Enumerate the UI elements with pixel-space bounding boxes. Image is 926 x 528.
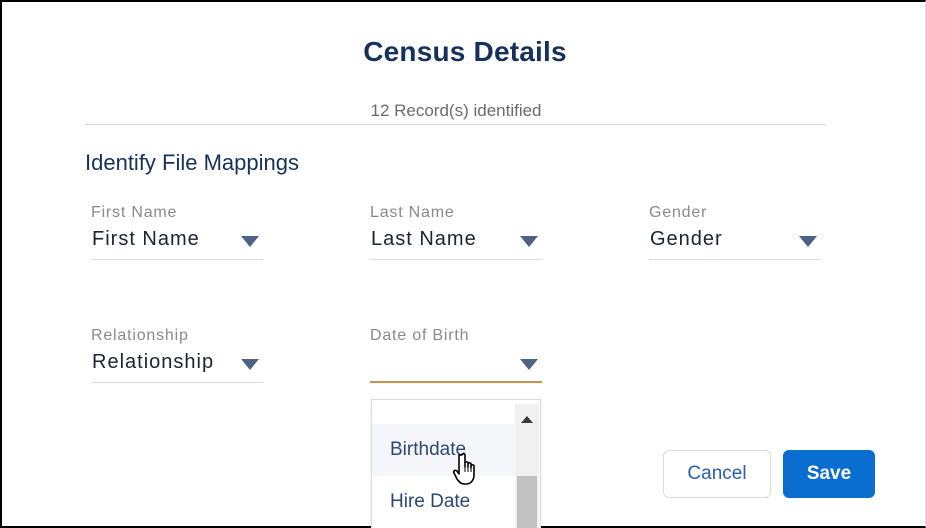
first-name-value: First Name: [92, 228, 200, 250]
gender-field: Gender Gender: [649, 204, 821, 260]
relationship-value: Relationship: [92, 351, 215, 373]
save-button[interactable]: Save: [783, 450, 875, 498]
chevron-down-icon: [241, 236, 259, 247]
gender-label: Gender: [649, 204, 708, 221]
dropdown-option-birthdate[interactable]: Birthdate: [372, 424, 514, 476]
last-name-value: Last Name: [371, 228, 477, 250]
date-of-birth-dropdown: Birthdate Hire Date: [371, 399, 541, 528]
chevron-down-icon: [520, 359, 538, 370]
dropdown-option-hire-date[interactable]: Hire Date: [372, 476, 514, 528]
records-count: 12 Record(s) identified: [370, 101, 542, 120]
date-of-birth-field: Date of Birth: [370, 327, 542, 383]
last-name-select[interactable]: Last Name: [370, 226, 542, 260]
section-title: Identify File Mappings: [85, 150, 299, 175]
date-of-birth-label: Date of Birth: [370, 327, 470, 344]
relationship-select[interactable]: Relationship: [91, 349, 263, 383]
scroll-thumb[interactable]: [517, 476, 537, 528]
chevron-down-icon: [520, 236, 538, 247]
chevron-down-icon: [241, 359, 259, 370]
last-name-label: Last Name: [370, 204, 455, 221]
first-name-field: First Name First Name: [91, 204, 263, 260]
date-of-birth-select[interactable]: [370, 349, 542, 383]
relationship-label: Relationship: [91, 327, 189, 344]
cancel-button[interactable]: Cancel: [663, 450, 771, 498]
last-name-field: Last Name Last Name: [370, 204, 542, 260]
scroll-up-arrow-icon[interactable]: [521, 416, 533, 423]
divider: [85, 124, 826, 125]
gender-select[interactable]: Gender: [649, 226, 821, 260]
first-name-label: First Name: [91, 204, 178, 221]
chevron-down-icon: [799, 236, 817, 247]
dialog: Census Details 12 Record(s) identified I…: [0, 0, 926, 528]
page-title: Census Details: [363, 36, 567, 67]
gender-value: Gender: [650, 228, 723, 250]
first-name-select[interactable]: First Name: [91, 226, 263, 260]
relationship-field: Relationship Relationship: [91, 327, 263, 383]
dropdown-scrollbar[interactable]: [515, 404, 539, 528]
